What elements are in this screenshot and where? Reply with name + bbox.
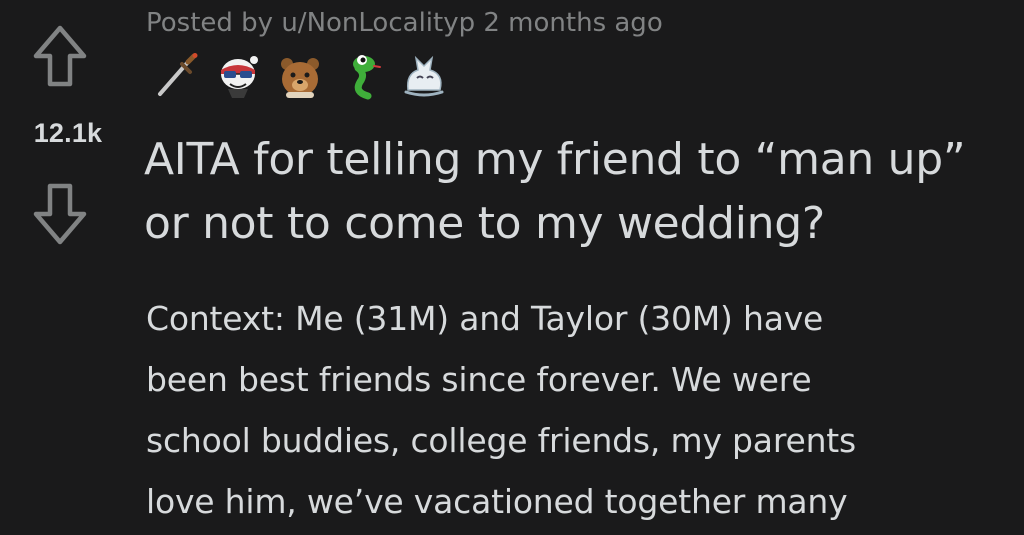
author-link[interactable]: u/NonLocalityp xyxy=(281,8,475,38)
upvote-button[interactable] xyxy=(30,22,90,92)
vote-score: 12.1k xyxy=(33,118,103,148)
wholesome-seal-award-icon[interactable] xyxy=(214,52,262,100)
post-title[interactable]: AITA for telling my friend to “man up” o… xyxy=(144,128,1014,256)
downvote-arrow-icon xyxy=(33,183,87,245)
post-meta: Posted by u/NonLocalityp 2 months ago xyxy=(146,8,663,38)
post-body-line: love him, we’ve vacationed together many xyxy=(146,482,848,521)
post-body-line: been best friends since forever. We were xyxy=(146,360,812,399)
cat-award-icon[interactable] xyxy=(400,52,448,100)
downvote-button[interactable] xyxy=(30,178,90,248)
post-body-line: school buddies, college friends, my pare… xyxy=(146,421,857,460)
vote-column: 12.1k xyxy=(0,0,136,535)
upvote-arrow-icon xyxy=(33,25,87,87)
bear-award-icon[interactable] xyxy=(276,52,324,100)
post-body-line: Context: Me (31M) and Taylor (30M) have xyxy=(146,299,824,338)
posted-by-label: Posted by xyxy=(146,8,274,38)
post-body: Context: Me (31M) and Taylor (30M) have … xyxy=(146,288,1016,532)
dagger-award-icon[interactable] xyxy=(152,52,200,100)
awards-row xyxy=(152,52,448,100)
snake-award-icon[interactable] xyxy=(338,52,386,100)
post-time: 2 months ago xyxy=(483,8,663,38)
